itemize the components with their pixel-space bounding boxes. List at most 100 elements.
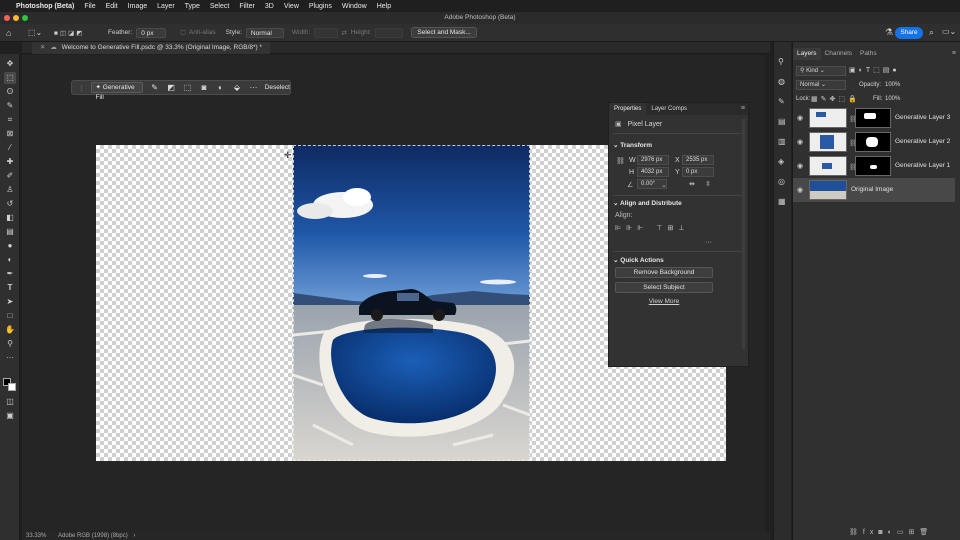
layer-filter-select[interactable]: ⚲ Kind ⌄ (796, 66, 846, 76)
screen-mode-icon[interactable]: ▣ (4, 410, 16, 422)
tab-layers[interactable]: Layers (793, 48, 821, 60)
more-options-icon[interactable]: ··· (248, 83, 258, 92)
zoom-tool-icon[interactable]: ⚲ (4, 338, 16, 350)
blend-mode-select[interactable]: Normal ⌄ (796, 80, 846, 90)
modify-selection-icon[interactable]: ✎ (149, 83, 159, 92)
menu-layer[interactable]: Layer (157, 3, 175, 10)
move-tool-icon[interactable]: ✥ (4, 58, 16, 70)
close-tab-icon[interactable]: ✕ (40, 44, 45, 51)
selection-mode-icons[interactable]: ■◫◪◩ (54, 29, 102, 37)
align-section-title[interactable]: ⌄ Align and Distribute (613, 199, 682, 207)
lasso-icon[interactable]: ʘ (4, 86, 16, 98)
menu-plugins[interactable]: Plugins (309, 3, 332, 10)
menu-help[interactable]: Help (377, 3, 391, 10)
new-group-icon[interactable]: ▭ (897, 529, 909, 536)
fx-icon[interactable]: fx (863, 529, 878, 536)
angle-dropdown-icon[interactable]: ⌄ (661, 181, 667, 189)
blur-icon[interactable]: ● (4, 240, 16, 252)
x-field[interactable]: 2535 px (682, 155, 714, 165)
frame-icon[interactable]: ⊠ (4, 128, 16, 140)
view-more-link[interactable]: View More (615, 298, 713, 305)
link-icon[interactable]: ⛓ (616, 157, 625, 165)
align-right-icon[interactable]: ⊩ (637, 224, 643, 232)
layer-row-selected[interactable]: ◉ Original Image (793, 178, 955, 202)
marquee-preset-icon[interactable]: ⬚⌄ (28, 28, 46, 37)
flip-vertical-icon[interactable]: ⇳ (705, 180, 711, 188)
quick-actions-title[interactable]: ⌄ Quick Actions (613, 256, 664, 264)
menu-3d[interactable]: 3D (265, 3, 274, 10)
fill-selection-icon[interactable]: ◐ (215, 83, 225, 92)
adjustments-icon[interactable]: ✎ (778, 92, 786, 112)
swap-icon[interactable]: ⇄ (341, 29, 346, 37)
zoom-window-button[interactable] (22, 15, 28, 21)
rectangle-tool-icon[interactable]: □ (4, 310, 16, 322)
properties-icon[interactable]: ▥ (778, 132, 786, 152)
libraries-icon[interactable]: ▤ (778, 112, 786, 132)
type-tool-icon[interactable]: T (4, 282, 16, 294)
align-bottom-icon[interactable]: ⊥ (678, 224, 684, 232)
menu-image[interactable]: Image (128, 3, 147, 10)
learn-icon[interactable]: ⚲ (778, 52, 786, 72)
align-center-icon[interactable]: ⊪ (626, 224, 632, 232)
tab-properties[interactable]: Properties (609, 103, 647, 115)
dodge-icon[interactable]: ◐ (4, 254, 16, 266)
clone-stamp-icon[interactable]: ♙ (4, 184, 16, 196)
layer-row[interactable]: ◉ ⛓ Generative Layer 3 (793, 106, 955, 130)
more-tools-icon[interactable]: ··· (4, 352, 16, 364)
menu-filter[interactable]: Filter (239, 3, 255, 10)
visibility-eye-icon[interactable]: ◉ (797, 186, 803, 194)
properties-scrollbar[interactable] (742, 119, 745, 349)
select-and-mask-button[interactable]: Select and Mask... (411, 27, 477, 38)
feather-input[interactable]: 0 px (136, 27, 167, 38)
panel-menu-icon[interactable]: ≡ (741, 105, 745, 112)
gradient-icon[interactable]: ▤ (4, 226, 16, 238)
eyedropper-icon[interactable]: ⁄ (4, 142, 16, 154)
share-button[interactable]: Share (895, 27, 923, 39)
adjustment-layer-icon[interactable]: ◐ (888, 529, 897, 536)
width-field[interactable]: 2976 px (637, 155, 669, 165)
transform-selection-icon[interactable]: ⬚ (182, 83, 192, 92)
status-menu-icon[interactable]: › (133, 533, 135, 539)
height-input[interactable] (375, 27, 404, 38)
style-select[interactable]: Normal ⌄ (245, 27, 284, 46)
menu-view[interactable]: View (284, 3, 299, 10)
lock-icons[interactable]: ▦✎✥⬚🔒 (811, 95, 860, 103)
menu-app[interactable]: Photoshop (Beta) (16, 3, 74, 10)
create-mask-icon[interactable]: ◙ (199, 83, 209, 92)
align-top-icon[interactable]: ⊤ (656, 224, 662, 232)
visibility-eye-icon[interactable]: ◉ (797, 162, 803, 170)
workspace-icon[interactable]: ▭⌄ (942, 27, 956, 36)
y-field[interactable]: 0 px (682, 167, 714, 177)
flip-horizontal-icon[interactable]: ⇹ (689, 180, 695, 188)
height-field[interactable]: 4032 px (637, 167, 669, 177)
eraser-icon[interactable]: ◧ (4, 212, 16, 224)
color-icon[interactable]: ◍ (778, 72, 786, 92)
visibility-eye-icon[interactable]: ◉ (797, 114, 803, 122)
visibility-eye-icon[interactable]: ◉ (797, 138, 803, 146)
fill-field[interactable]: 100% (885, 96, 900, 102)
path-selection-icon[interactable]: ➤ (4, 296, 16, 308)
layer-row[interactable]: ◉ ⛓ Generative Layer 1 (793, 154, 955, 178)
invert-selection-icon[interactable]: ◩ (166, 83, 176, 92)
menu-type[interactable]: Type (185, 3, 200, 10)
styles-icon[interactable]: ◎ (778, 172, 786, 192)
tab-paths[interactable]: Paths (856, 48, 881, 60)
drag-handle-icon[interactable]: ⋮ (78, 84, 85, 92)
search-icon[interactable]: ⌕ (929, 27, 934, 38)
layers-menu-icon[interactable]: ≡ (952, 50, 956, 57)
deselect-button[interactable]: Deselect (265, 84, 290, 91)
opacity-field[interactable]: 100% (885, 80, 909, 90)
menu-edit[interactable]: Edit (106, 3, 118, 10)
menu-window[interactable]: Window (342, 3, 367, 10)
new-layer-icon[interactable]: ⊞ (908, 529, 919, 536)
quick-selection-icon[interactable]: ✎ (4, 100, 16, 112)
layer-row[interactable]: ◉ ⛓ Generative Layer 2 (793, 130, 955, 154)
zoom-level[interactable]: 33.33% (26, 533, 46, 539)
photo-original-image[interactable] (293, 145, 530, 461)
document-tab[interactable]: ✕ ☁ Welcome to Generative Fill.psdc @ 33… (32, 42, 271, 54)
anti-alias-checkbox[interactable]: ▢ (180, 29, 186, 36)
layer-filter-icons[interactable]: ▣◐T⬚▤● (849, 66, 900, 74)
history-brush-icon[interactable]: ↺ (4, 198, 16, 210)
minimize-window-button[interactable] (13, 15, 19, 21)
tab-channels[interactable]: Channels (821, 48, 856, 60)
